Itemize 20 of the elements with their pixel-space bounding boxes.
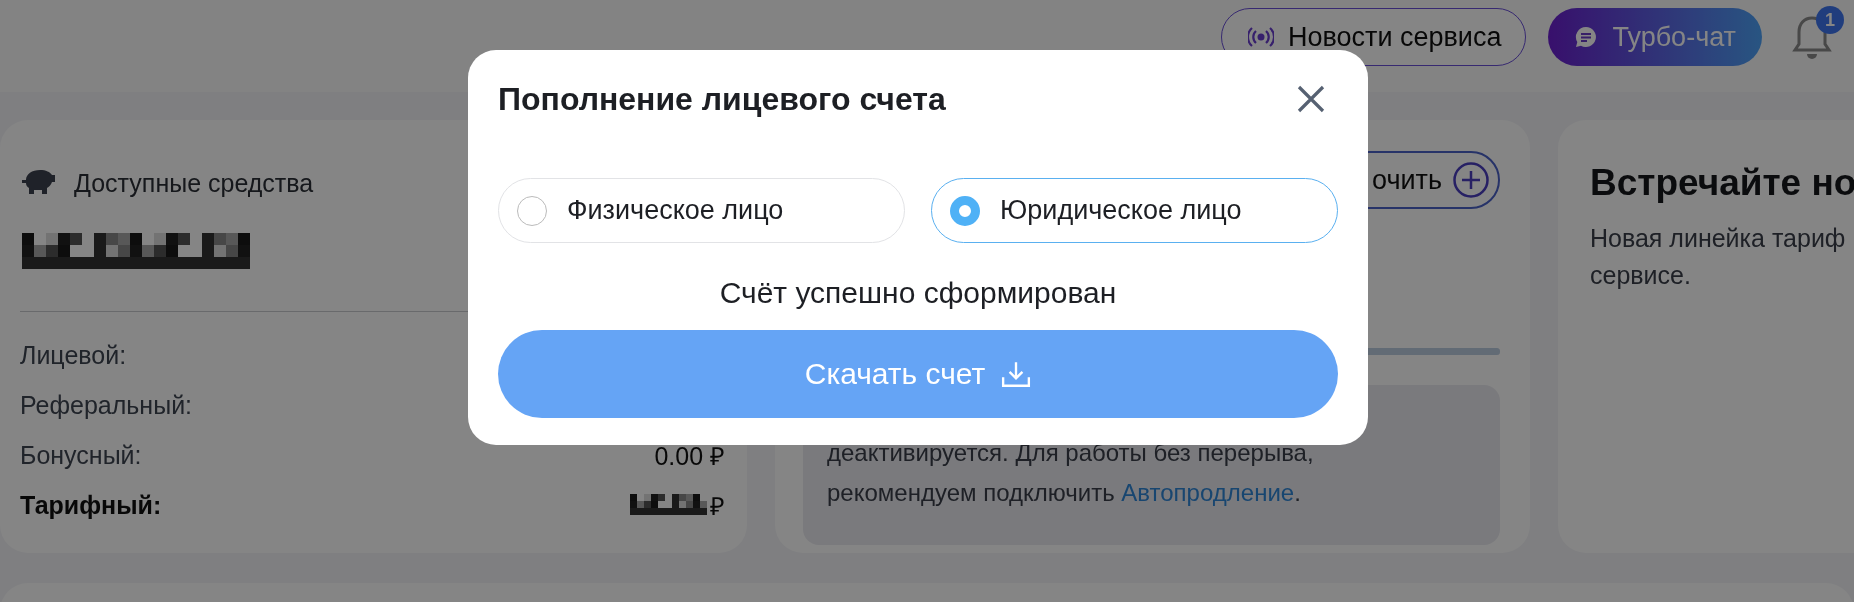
chat-bubble-icon: [1574, 25, 1599, 49]
balance-value: ₽: [710, 491, 725, 522]
balance-value: 0.00 ₽: [654, 441, 725, 472]
status-message: Счёт успешно сформирован: [718, 275, 1118, 310]
promo-text: Новая линейка тариф: [1590, 223, 1847, 254]
broadcast-icon: [1247, 25, 1274, 49]
plus-icon: [1452, 161, 1490, 199]
payer-type-option[interactable]: Юридическое лицо: [931, 178, 1338, 243]
notification-badge: 1: [1816, 6, 1844, 34]
balance-label: Лицевой:: [20, 340, 127, 370]
chat-button[interactable]: Турбо-чат: [1548, 8, 1762, 66]
dialog-title: Пополнение лицевого счета: [498, 80, 946, 118]
card-title: Доступные средства: [74, 168, 314, 198]
radio-button[interactable]: [950, 195, 980, 226]
promo-text: сервисе.: [1590, 260, 1692, 291]
balance-label: Реферальный:: [20, 390, 193, 420]
payer-type-option[interactable]: Физическое лицо: [498, 178, 905, 243]
balance-label: Бонусный:: [20, 440, 142, 470]
download-icon: [1001, 360, 1032, 388]
balance-label: Тарифный:: [20, 490, 162, 520]
